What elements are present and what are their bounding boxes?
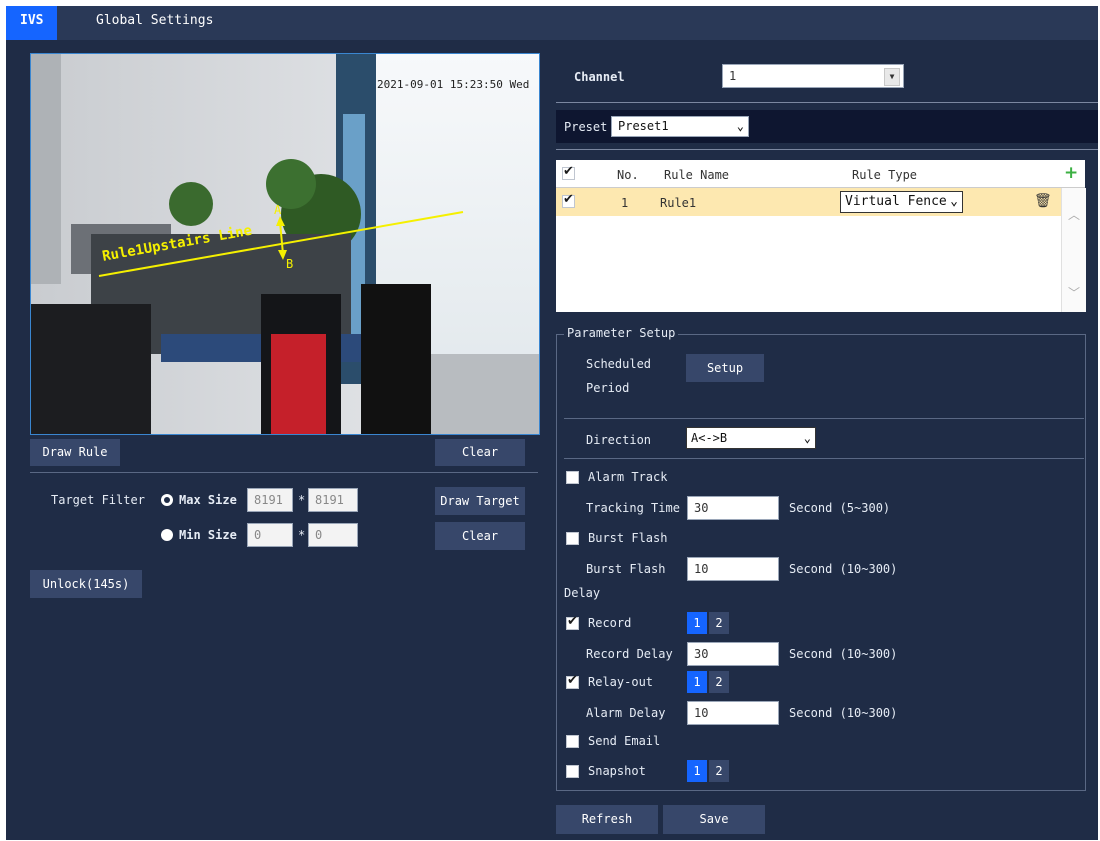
scroll-up-icon[interactable]: ︿: [1068, 206, 1080, 223]
snapshot-channel-1[interactable]: 1: [687, 760, 707, 782]
direction-select[interactable]: A<->B ⌄: [686, 427, 816, 449]
marker-b: B: [286, 257, 294, 271]
tracking-time-input[interactable]: 30: [687, 496, 779, 520]
alarm-delay-label: Alarm Delay: [586, 706, 666, 720]
top-tab-bar: IVS Global Settings: [6, 6, 1098, 40]
rule-table-header: No. Rule Name Rule Type +: [556, 160, 1085, 188]
rule-type-select[interactable]: Virtual Fence ⌄: [840, 191, 963, 213]
alarm-track-checkbox[interactable]: [566, 471, 579, 484]
col-rule-type: Rule Type: [852, 168, 918, 182]
record-channel-2[interactable]: 2: [709, 612, 729, 634]
channel-select[interactable]: 1 ▼: [722, 64, 904, 88]
col-rule-name: Rule Name: [664, 168, 730, 182]
send-email-label: Send Email: [588, 734, 661, 748]
channel-label: Channel: [574, 70, 625, 84]
parameter-setup-title: Parameter Setup: [564, 326, 679, 340]
relay-channel-2[interactable]: 2: [709, 671, 729, 693]
tracking-time-unit: Second (5~300): [789, 501, 891, 515]
divider: [30, 472, 538, 473]
record-checkbox[interactable]: [566, 614, 579, 630]
unlock-button[interactable]: Unlock(145s): [30, 570, 142, 598]
tab-global-settings[interactable]: Global Settings: [82, 6, 227, 40]
direction-value: A<->B: [691, 431, 728, 445]
divider: [564, 418, 1084, 419]
min-size-radio[interactable]: [161, 529, 173, 541]
preset-value: Preset1: [618, 119, 669, 133]
trash-icon[interactable]: 🗑: [1034, 193, 1052, 209]
channel-value: 1: [729, 69, 737, 83]
video-timestamp: 2021-09-01 15:23:50 Wed: [377, 78, 530, 91]
burst-flash-unit: Second (10~300): [789, 562, 898, 576]
direction-label: Direction: [586, 433, 652, 447]
alarm-delay-unit: Second (10~300): [789, 706, 898, 720]
record-delay-unit: Second (10~300): [789, 647, 898, 661]
chevron-down-icon: ⌄: [736, 119, 744, 133]
rule-table: No. Rule Name Rule Type + 1 Rule1 Virtua…: [556, 160, 1086, 312]
table-scrollbar[interactable]: ︿ ﹀: [1061, 188, 1086, 312]
clear-target-button[interactable]: Clear: [435, 522, 525, 550]
snapshot-checkbox[interactable]: [566, 765, 579, 778]
clear-rule-button[interactable]: Clear: [435, 439, 525, 466]
target-filter-label: Target Filter: [51, 493, 145, 507]
draw-rule-button[interactable]: Draw Rule: [30, 439, 120, 466]
video-preview[interactable]: 2021-09-01 15:23:50 Wed Rule1Upstairs Li…: [30, 53, 540, 435]
select-all-checkbox[interactable]: [562, 164, 575, 180]
send-email-checkbox[interactable]: [566, 735, 579, 748]
snapshot-channel-2[interactable]: 2: [709, 760, 729, 782]
tab-ivs[interactable]: IVS: [6, 6, 58, 40]
chevron-down-icon: ⌄: [950, 194, 958, 209]
scheduled-label: Scheduled: [586, 357, 652, 371]
min-width-input[interactable]: 0: [247, 523, 293, 547]
period-label: Period: [586, 381, 630, 395]
record-delay-input[interactable]: 30: [687, 642, 779, 666]
schedule-setup-button[interactable]: Setup: [686, 354, 764, 382]
max-size-radio[interactable]: [161, 494, 173, 506]
record-delay-label: Record Delay: [586, 647, 673, 661]
min-size-label: Min Size: [179, 528, 237, 542]
chevron-down-icon: ⌄: [803, 431, 811, 445]
record-channel-1[interactable]: 1: [687, 612, 707, 634]
preset-select[interactable]: Preset1 ⌄: [611, 116, 749, 137]
snapshot-label: Snapshot: [588, 764, 646, 778]
burst-flash-checkbox[interactable]: [566, 532, 579, 545]
max-size-label: Max Size: [179, 493, 237, 507]
burst-flash-delay-label: Burst Flash: [586, 562, 666, 576]
preset-bar: Preset Preset1 ⌄: [556, 110, 1098, 143]
add-rule-icon[interactable]: +: [1064, 163, 1078, 183]
max-width-input[interactable]: 8191: [247, 488, 293, 512]
row-no: 1: [621, 196, 629, 210]
col-no: No.: [617, 168, 639, 182]
chevron-down-icon: ▼: [884, 68, 900, 86]
divider: [564, 458, 1084, 459]
burst-flash-delay-input[interactable]: 10: [687, 557, 779, 581]
tracking-time-label: Tracking Time: [586, 501, 680, 515]
alarm-track-label: Alarm Track: [588, 470, 668, 484]
row-checkbox[interactable]: [562, 192, 575, 208]
min-height-input[interactable]: 0: [308, 523, 358, 547]
table-row[interactable]: 1 Rule1 Virtual Fence ⌄ 🗑: [556, 188, 1061, 216]
refresh-button[interactable]: Refresh: [556, 805, 658, 834]
save-button[interactable]: Save: [663, 805, 765, 834]
burst-flash-delay-label-2: Delay: [564, 586, 601, 600]
burst-flash-label: Burst Flash: [588, 531, 668, 545]
relay-out-label: Relay-out: [588, 675, 654, 689]
divider: [556, 149, 1098, 150]
relay-channel-1[interactable]: 1: [687, 671, 707, 693]
relay-out-checkbox[interactable]: [566, 673, 579, 689]
alarm-delay-input[interactable]: 10: [687, 701, 779, 725]
divider: [556, 102, 1098, 103]
times-sign: *: [298, 493, 306, 507]
ivs-config-app: IVS Global Settings 2021-09-01 15:23:50 …: [6, 6, 1098, 840]
preset-label: Preset: [564, 120, 608, 134]
draw-target-button[interactable]: Draw Target: [435, 487, 525, 515]
scroll-down-icon[interactable]: ﹀: [1068, 284, 1080, 301]
row-rule-name: Rule1: [660, 196, 697, 210]
times-sign: *: [298, 528, 306, 542]
max-height-input[interactable]: 8191: [308, 488, 358, 512]
rule-type-value: Virtual Fence: [845, 194, 947, 209]
camera-scene: [31, 54, 539, 434]
record-label: Record: [588, 616, 632, 630]
marker-a: A: [274, 203, 282, 217]
